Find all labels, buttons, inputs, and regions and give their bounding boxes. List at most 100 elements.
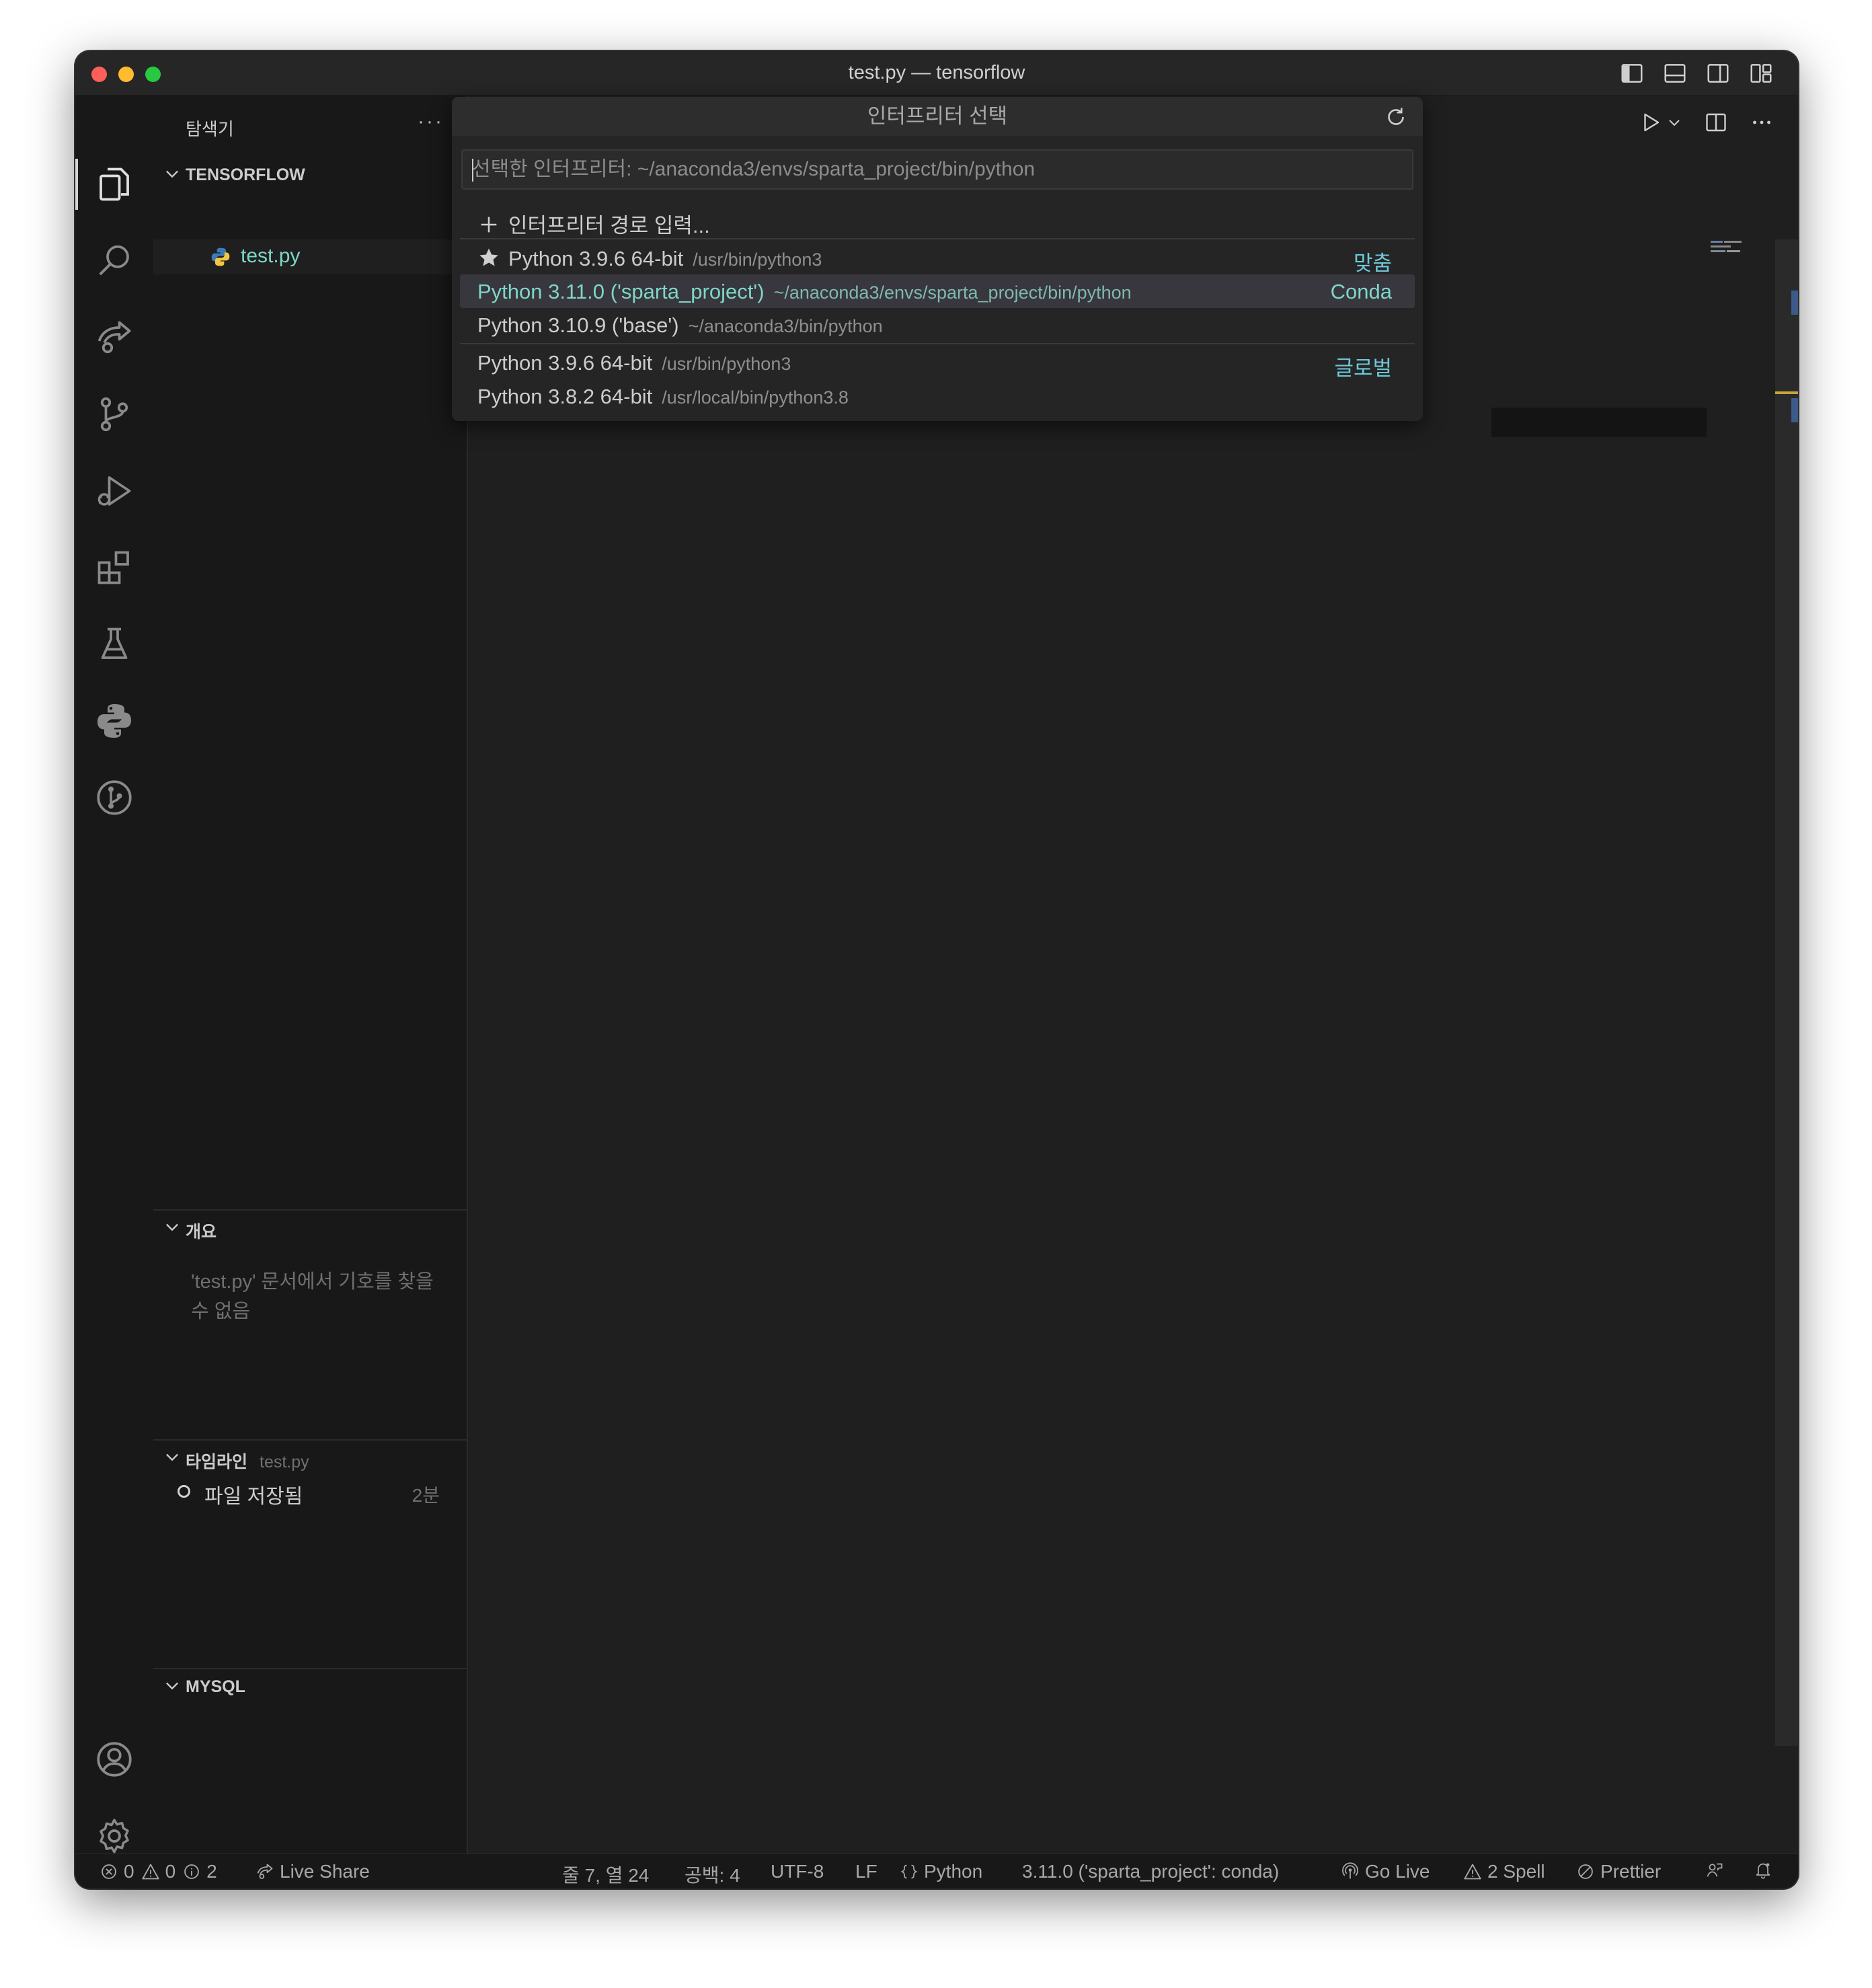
spell-check-status[interactable]: 2 Spell	[1463, 1861, 1545, 1882]
enter-interpreter-path-item[interactable]: 인터프리터 경로 입력...	[460, 203, 1415, 237]
editor-more-actions-icon[interactable]	[1750, 110, 1774, 138]
search-icon[interactable]	[75, 227, 153, 295]
toggle-primary-sidebar-icon[interactable]	[1619, 61, 1645, 86]
indentation-status[interactable]: 공백: 4	[685, 1861, 740, 1888]
chevron-down-icon	[166, 1223, 178, 1231]
interpreter-path: ~/anaconda3/envs/sparta_project/bin/pyth…	[773, 282, 1132, 303]
prohibited-icon	[1578, 1864, 1593, 1879]
customize-layout-icon[interactable]	[1748, 61, 1774, 86]
interpreter-path: /usr/local/bin/python3.8	[662, 387, 849, 408]
python-interpreter-status[interactable]: 3.11.0 ('sparta_project': conda)	[1022, 1861, 1279, 1882]
warning-count: 0	[165, 1861, 176, 1882]
interpreter-search-input-wrapper	[461, 149, 1413, 190]
timeline-entry[interactable]: 파일 저장됨 2분	[153, 1476, 467, 1508]
chevron-down-icon	[166, 1453, 178, 1461]
timeline-entry-time: 2분	[412, 1485, 440, 1506]
cursor-position-status[interactable]: 줄 7, 열 24	[562, 1861, 649, 1888]
title-bar: test.py — tensorflow	[75, 51, 1798, 95]
minimap[interactable]	[1711, 239, 1744, 257]
interpreter-search-input[interactable]	[463, 151, 1412, 188]
interpreter-tag: Conda	[1330, 280, 1392, 303]
error-icon	[102, 1864, 116, 1879]
python-file-icon	[211, 247, 230, 266]
section-divider	[153, 1668, 467, 1669]
vscode-window: test.py — tensorflow 탐색기 ··· TENSORFLOW …	[75, 51, 1798, 1888]
extensions-icon[interactable]	[75, 534, 153, 601]
interpreter-item[interactable]: Python 3.10.9 ('base') ~/anaconda3/bin/py…	[460, 308, 1415, 342]
refresh-icon[interactable]	[1384, 105, 1408, 129]
plus-icon	[481, 217, 497, 233]
live-share-icon[interactable]	[75, 304, 153, 371]
run-python-file-icon[interactable]	[1638, 110, 1662, 138]
live-share-icon	[257, 1864, 273, 1879]
star-icon	[479, 248, 498, 266]
window-title: test.py — tensorflow	[848, 62, 1025, 83]
problems-status[interactable]: 0 0 2	[100, 1861, 217, 1882]
braces-icon	[900, 1864, 918, 1879]
activity-bar	[75, 95, 153, 1853]
interpreter-item[interactable]: Python 3.8.2 64-bit/usr/local/bin/python…	[460, 379, 1415, 413]
error-count: 0	[124, 1861, 134, 1882]
chevron-down-icon	[166, 170, 178, 178]
interpreter-item-selected[interactable]: Python 3.11.0 ('sparta_project') ~/anacon…	[460, 274, 1415, 308]
file-name: test.py	[241, 245, 301, 267]
outline-label: 개요	[186, 1223, 217, 1241]
quick-pick-separator	[460, 238, 1415, 239]
run-debug-icon[interactable]	[75, 457, 153, 525]
warning-icon	[141, 1864, 159, 1880]
interpreter-label: Python 3.8.2 64-bit	[477, 385, 653, 408]
testing-icon[interactable]	[75, 611, 153, 678]
accounts-status[interactable]	[1705, 1861, 1729, 1880]
eol-status[interactable]: LF	[855, 1861, 878, 1882]
live-share-status[interactable]: Live Share	[256, 1861, 370, 1882]
toggle-panel-icon[interactable]	[1662, 61, 1688, 86]
section-divider	[153, 1209, 467, 1211]
interpreter-item[interactable]: Python 3.9.6 64-bit/usr/bin/python3 글로벌	[460, 346, 1415, 380]
notifications-status[interactable]	[1754, 1861, 1778, 1880]
quick-pick-title: 인터프리터 선택	[452, 97, 1423, 136]
interpreter-label: Python 3.11.0 ('sparta_project')	[477, 280, 765, 303]
broadcast-icon	[1342, 1862, 1358, 1879]
language-mode-status[interactable]: Python	[900, 1861, 982, 1882]
spell-label: 2 Spell	[1487, 1861, 1545, 1882]
source-control-icon[interactable]	[75, 381, 153, 448]
current-line-highlight	[1491, 408, 1707, 437]
enter-path-label: 인터프리터 경로 입력...	[508, 214, 710, 237]
interpreter-item[interactable]: Python 3.9.6 64-bit/usr/bin/python3 맞춤	[460, 241, 1415, 275]
split-editor-icon[interactable]	[1704, 110, 1728, 138]
quick-pick-separator	[460, 343, 1415, 344]
run-options-chevron-icon[interactable]	[1666, 114, 1682, 134]
timeline-section-header[interactable]: 타임라인 test.py	[153, 1445, 467, 1473]
sidebar-more-actions-button[interactable]: ···	[418, 110, 444, 133]
interpreter-label: Python 3.9.6 64-bit	[508, 247, 684, 270]
interpreter-label: Python 3.9.6 64-bit	[477, 351, 653, 375]
interpreter-path: /usr/bin/python3	[693, 250, 822, 270]
prettier-status[interactable]: Prettier	[1576, 1861, 1661, 1882]
live-share-label: Live Share	[280, 1861, 370, 1882]
timeline-dot-icon	[178, 1485, 190, 1498]
git-graph-icon[interactable]	[75, 764, 153, 831]
editor-scrollbar[interactable]	[1775, 239, 1798, 1746]
explorer-icon[interactable]	[75, 151, 153, 218]
layout-controls	[1619, 61, 1774, 86]
interpreter-tag: 맞춤	[1353, 252, 1392, 275]
interpreter-quick-pick: 인터프리터 선택 인터프리터 경로 입력... Python 3.9.6 64-…	[452, 97, 1423, 421]
account-icon[interactable]	[75, 1726, 153, 1793]
language-label: Python	[924, 1861, 983, 1882]
encoding-status[interactable]: UTF-8	[771, 1861, 824, 1882]
timeline-label: 타임라인	[186, 1453, 248, 1471]
go-live-status[interactable]: Go Live	[1341, 1861, 1430, 1882]
python-icon[interactable]	[75, 687, 153, 755]
prettier-label: Prettier	[1600, 1861, 1662, 1882]
folder-section-header[interactable]: TENSORFLOW	[153, 161, 467, 190]
toggle-secondary-sidebar-icon[interactable]	[1705, 61, 1731, 86]
file-item-test-py[interactable]: test.py	[153, 239, 467, 274]
timeline-entry-label: 파일 저장됨	[204, 1486, 303, 1508]
section-divider	[153, 1439, 467, 1441]
outline-empty-message: 'test.py' 문서에서 기호를 찾을 수 없음	[191, 1271, 434, 1322]
mysql-section-header[interactable]: MYSQL	[153, 1673, 467, 1702]
outline-section-header[interactable]: 개요	[153, 1215, 467, 1243]
status-bar: 0 0 2 Live Share 줄 7, 열 24 공백: 4 UTF-8 L…	[75, 1853, 1798, 1888]
person-feedback-icon	[1707, 1863, 1723, 1877]
interpreter-tag: 글로벌	[1334, 356, 1392, 380]
